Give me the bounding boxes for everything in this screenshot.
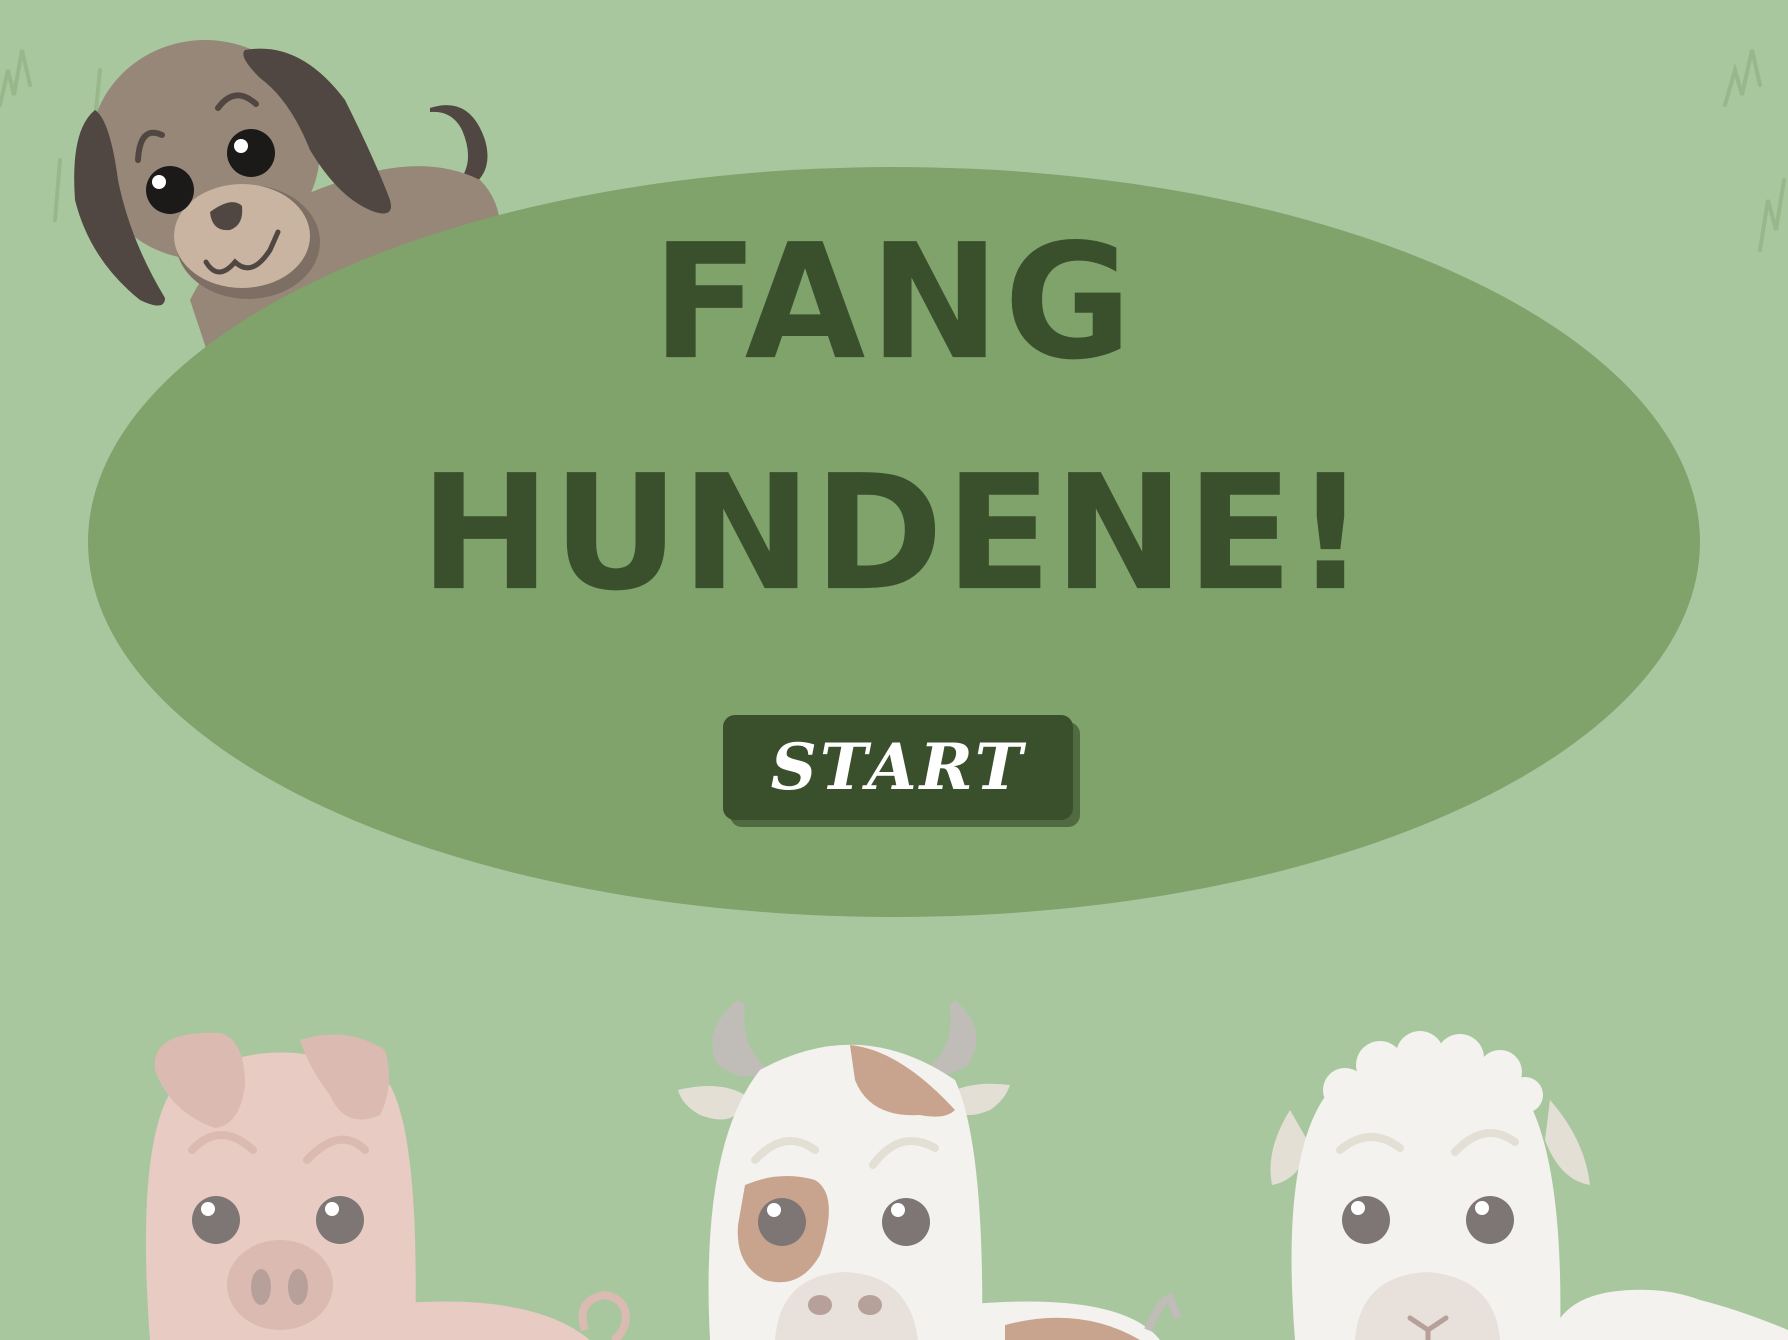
- sheep-icon: [1270, 1031, 1788, 1340]
- cow-icon: [678, 1000, 1182, 1340]
- start-button[interactable]: START: [723, 715, 1073, 820]
- game-title-line-1: FANG: [652, 209, 1136, 395]
- game-title-line-2: HUNDENE!: [419, 440, 1369, 626]
- game-stage: FANG HUNDENE! START: [0, 0, 1788, 1340]
- pig-icon: [145, 1032, 630, 1340]
- scene: [0, 40, 1788, 1340]
